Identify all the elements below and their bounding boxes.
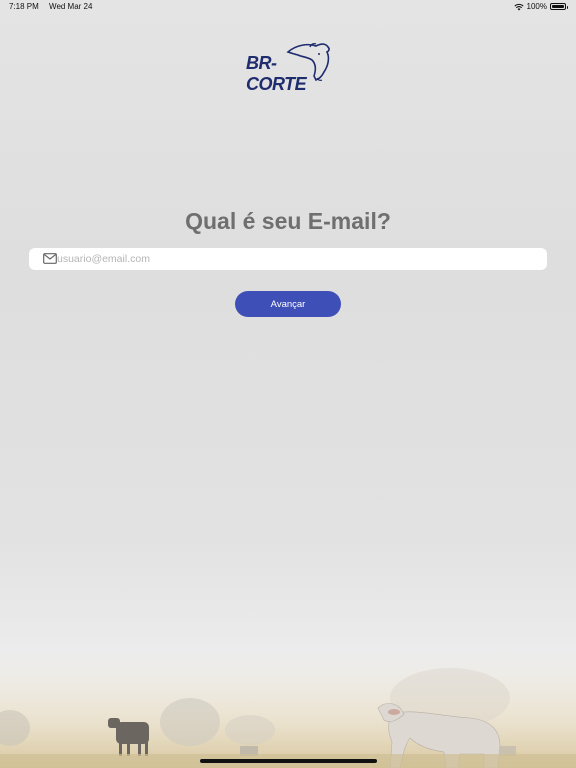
wifi-icon	[513, 3, 524, 10]
battery-percentage: 100%	[526, 2, 547, 11]
page-title: Qual é seu E-mail?	[185, 208, 391, 234]
mail-icon	[43, 253, 57, 264]
home-indicator	[200, 759, 377, 763]
battery-level	[552, 5, 564, 8]
advance-button[interactable]: Avançar	[235, 291, 341, 317]
status-time: 7:18 PM	[9, 2, 39, 11]
battery-icon	[550, 3, 568, 10]
status-bar: 7:18 PM Wed Mar 24 100%	[0, 0, 576, 14]
br-corte-logo: BR-CORTE	[244, 40, 334, 94]
cattle-head-icon	[286, 42, 330, 81]
email-field[interactable]	[29, 248, 547, 270]
status-right: 100%	[513, 2, 568, 11]
email-input[interactable]	[57, 248, 537, 270]
status-left: 7:18 PM Wed Mar 24	[9, 2, 100, 11]
status-date: Wed Mar 24	[49, 2, 93, 11]
pasture-background-image	[0, 650, 576, 768]
